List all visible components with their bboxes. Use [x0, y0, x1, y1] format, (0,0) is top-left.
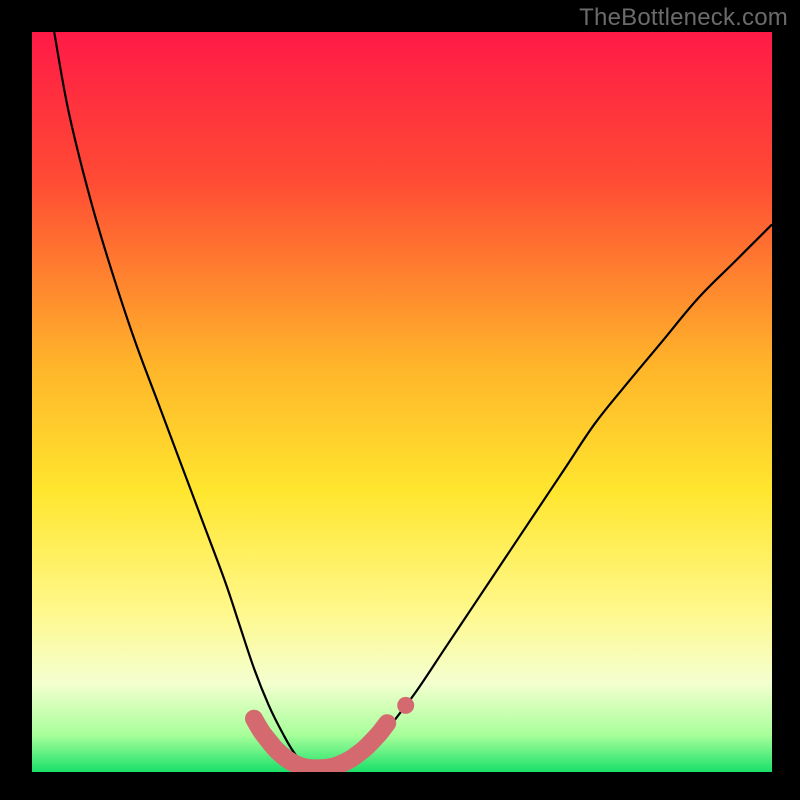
watermark-text: TheBottleneck.com [579, 4, 788, 32]
app-frame: TheBottleneck.com [0, 0, 800, 800]
plot-background [32, 32, 772, 772]
bottleneck-chart [0, 0, 800, 800]
highlight-dot-icon [397, 697, 414, 714]
